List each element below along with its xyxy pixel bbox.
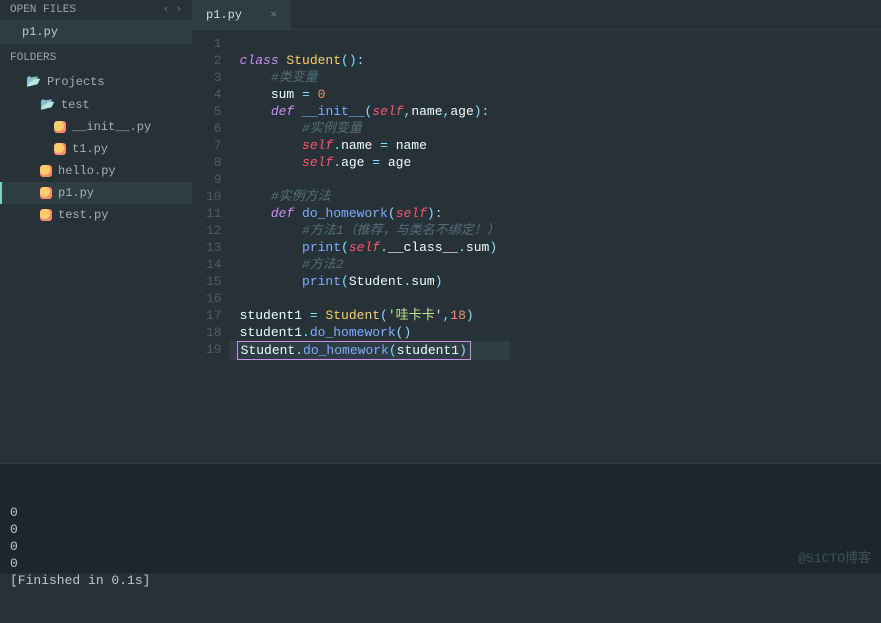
file-item[interactable]: __init__.py [0, 116, 192, 138]
tree-item-label: __init__.py [72, 120, 151, 134]
file-item[interactable]: hello.py [0, 160, 192, 182]
py-icon [40, 165, 52, 177]
next-icon[interactable]: › [175, 4, 182, 16]
folder-item[interactable]: test [0, 93, 192, 116]
file-item[interactable]: t1.py [0, 138, 192, 160]
tree-item-label: test [61, 98, 90, 112]
line-gutter: 12345678910111213141516171819 [192, 30, 230, 463]
file-item[interactable]: p1.py [0, 182, 192, 204]
sidebar: OPEN FILES ‹ › p1.py FOLDERS Projects tes… [0, 0, 192, 463]
tree-item-label: Projects [47, 75, 105, 89]
output-console: 0 0 0 0 [Finished in 0.1s] @51CTO博客 [0, 463, 881, 573]
py-icon [54, 121, 66, 133]
py-icon [40, 209, 52, 221]
tab-p1[interactable]: p1.py × [192, 0, 291, 29]
tab-bar: p1.py × [192, 0, 881, 30]
folders-label: FOLDERS [0, 44, 192, 68]
close-icon[interactable]: × [270, 8, 277, 22]
tree-item-label: t1.py [72, 142, 108, 156]
tab-label: p1.py [206, 8, 242, 22]
tree-item-label: test.py [58, 208, 108, 222]
code-content[interactable]: class Student(): #类变量 sum = 0 def __init… [230, 30, 510, 463]
code-editor[interactable]: 12345678910111213141516171819 class Stud… [192, 30, 881, 463]
py-icon [54, 143, 66, 155]
console-text: 0 0 0 0 [Finished in 0.1s] [10, 504, 871, 589]
folder-open-icon [40, 97, 55, 112]
file-item[interactable]: test.py [0, 204, 192, 226]
open-files-header: OPEN FILES ‹ › [0, 0, 192, 20]
py-icon [40, 187, 52, 199]
open-files-label: OPEN FILES [10, 4, 76, 16]
folder-item[interactable]: Projects [0, 70, 192, 93]
folder-open-icon [26, 74, 41, 89]
prev-icon[interactable]: ‹ [163, 4, 170, 16]
tree-item-label: p1.py [58, 186, 94, 200]
tree-item-label: hello.py [58, 164, 116, 178]
editor-area: p1.py × 12345678910111213141516171819 cl… [192, 0, 881, 463]
open-file-item[interactable]: p1.py [0, 20, 192, 44]
watermark: @51CTO博客 [798, 550, 871, 567]
